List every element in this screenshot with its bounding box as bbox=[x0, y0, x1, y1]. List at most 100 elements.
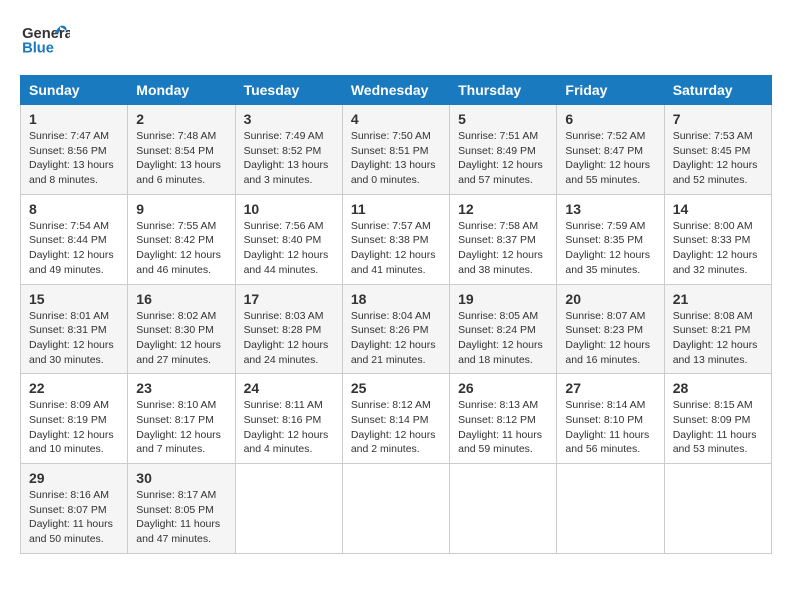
weekday-header-cell: Tuesday bbox=[235, 76, 342, 105]
calendar-day-cell: 13 Sunrise: 7:59 AM Sunset: 8:35 PM Dayl… bbox=[557, 194, 664, 284]
daylight-text: Daylight: 12 hours and 52 minutes. bbox=[673, 159, 758, 186]
day-info: Sunrise: 8:09 AM Sunset: 8:19 PM Dayligh… bbox=[29, 398, 119, 457]
sunrise-text: Sunrise: 7:50 AM bbox=[351, 130, 431, 142]
sunset-text: Sunset: 8:30 PM bbox=[136, 324, 214, 336]
calendar-day-cell: 14 Sunrise: 8:00 AM Sunset: 8:33 PM Dayl… bbox=[664, 194, 771, 284]
sunrise-text: Sunrise: 8:16 AM bbox=[29, 489, 109, 501]
calendar-day-cell: 16 Sunrise: 8:02 AM Sunset: 8:30 PM Dayl… bbox=[128, 284, 235, 374]
daylight-text: Daylight: 12 hours and 27 minutes. bbox=[136, 339, 221, 366]
daylight-text: Daylight: 12 hours and 16 minutes. bbox=[565, 339, 650, 366]
sunset-text: Sunset: 8:40 PM bbox=[244, 234, 322, 246]
sunrise-text: Sunrise: 8:12 AM bbox=[351, 399, 431, 411]
daylight-text: Daylight: 11 hours and 50 minutes. bbox=[29, 518, 113, 545]
day-number: 22 bbox=[29, 380, 119, 396]
calendar-day-cell: 1 Sunrise: 7:47 AM Sunset: 8:56 PM Dayli… bbox=[21, 105, 128, 195]
weekday-header-row: SundayMondayTuesdayWednesdayThursdayFrid… bbox=[21, 76, 772, 105]
sunrise-text: Sunrise: 8:02 AM bbox=[136, 310, 216, 322]
sunrise-text: Sunrise: 7:51 AM bbox=[458, 130, 538, 142]
calendar-day-cell: 28 Sunrise: 8:15 AM Sunset: 8:09 PM Dayl… bbox=[664, 374, 771, 464]
sunrise-text: Sunrise: 8:01 AM bbox=[29, 310, 109, 322]
sunrise-text: Sunrise: 7:58 AM bbox=[458, 220, 538, 232]
daylight-text: Daylight: 12 hours and 32 minutes. bbox=[673, 249, 758, 276]
sunset-text: Sunset: 8:28 PM bbox=[244, 324, 322, 336]
sunrise-text: Sunrise: 8:08 AM bbox=[673, 310, 753, 322]
calendar-week-row: 22 Sunrise: 8:09 AM Sunset: 8:19 PM Dayl… bbox=[21, 374, 772, 464]
calendar-day-cell: 30 Sunrise: 8:17 AM Sunset: 8:05 PM Dayl… bbox=[128, 464, 235, 554]
calendar-day-cell: 8 Sunrise: 7:54 AM Sunset: 8:44 PM Dayli… bbox=[21, 194, 128, 284]
calendar-day-cell: 6 Sunrise: 7:52 AM Sunset: 8:47 PM Dayli… bbox=[557, 105, 664, 195]
day-number: 25 bbox=[351, 380, 441, 396]
daylight-text: Daylight: 12 hours and 38 minutes. bbox=[458, 249, 543, 276]
weekday-header-cell: Sunday bbox=[21, 76, 128, 105]
day-number: 27 bbox=[565, 380, 655, 396]
calendar-day-cell: 10 Sunrise: 7:56 AM Sunset: 8:40 PM Dayl… bbox=[235, 194, 342, 284]
sunrise-text: Sunrise: 8:00 AM bbox=[673, 220, 753, 232]
day-info: Sunrise: 8:11 AM Sunset: 8:16 PM Dayligh… bbox=[244, 398, 334, 457]
sunrise-text: Sunrise: 8:14 AM bbox=[565, 399, 645, 411]
day-info: Sunrise: 7:51 AM Sunset: 8:49 PM Dayligh… bbox=[458, 129, 548, 188]
day-info: Sunrise: 7:50 AM Sunset: 8:51 PM Dayligh… bbox=[351, 129, 441, 188]
calendar-day-cell bbox=[450, 464, 557, 554]
daylight-text: Daylight: 11 hours and 53 minutes. bbox=[673, 429, 757, 456]
page-header: General Blue bbox=[20, 20, 772, 65]
sunset-text: Sunset: 8:38 PM bbox=[351, 234, 429, 246]
day-number: 1 bbox=[29, 111, 119, 127]
daylight-text: Daylight: 12 hours and 2 minutes. bbox=[351, 429, 436, 456]
sunset-text: Sunset: 8:17 PM bbox=[136, 414, 214, 426]
sunrise-text: Sunrise: 7:57 AM bbox=[351, 220, 431, 232]
day-info: Sunrise: 7:57 AM Sunset: 8:38 PM Dayligh… bbox=[351, 219, 441, 278]
calendar-day-cell: 24 Sunrise: 8:11 AM Sunset: 8:16 PM Dayl… bbox=[235, 374, 342, 464]
calendar-week-row: 8 Sunrise: 7:54 AM Sunset: 8:44 PM Dayli… bbox=[21, 194, 772, 284]
day-info: Sunrise: 7:54 AM Sunset: 8:44 PM Dayligh… bbox=[29, 219, 119, 278]
day-info: Sunrise: 8:08 AM Sunset: 8:21 PM Dayligh… bbox=[673, 309, 763, 368]
sunrise-text: Sunrise: 8:17 AM bbox=[136, 489, 216, 501]
sunset-text: Sunset: 8:44 PM bbox=[29, 234, 107, 246]
day-number: 21 bbox=[673, 291, 763, 307]
day-info: Sunrise: 8:15 AM Sunset: 8:09 PM Dayligh… bbox=[673, 398, 763, 457]
sunrise-text: Sunrise: 7:52 AM bbox=[565, 130, 645, 142]
day-info: Sunrise: 7:59 AM Sunset: 8:35 PM Dayligh… bbox=[565, 219, 655, 278]
sunset-text: Sunset: 8:14 PM bbox=[351, 414, 429, 426]
day-info: Sunrise: 7:55 AM Sunset: 8:42 PM Dayligh… bbox=[136, 219, 226, 278]
day-number: 14 bbox=[673, 201, 763, 217]
sunrise-text: Sunrise: 7:59 AM bbox=[565, 220, 645, 232]
calendar-day-cell bbox=[664, 464, 771, 554]
day-info: Sunrise: 8:16 AM Sunset: 8:07 PM Dayligh… bbox=[29, 488, 119, 547]
sunrise-text: Sunrise: 8:07 AM bbox=[565, 310, 645, 322]
day-info: Sunrise: 7:49 AM Sunset: 8:52 PM Dayligh… bbox=[244, 129, 334, 188]
sunset-text: Sunset: 8:49 PM bbox=[458, 145, 536, 157]
daylight-text: Daylight: 12 hours and 46 minutes. bbox=[136, 249, 221, 276]
sunrise-text: Sunrise: 8:11 AM bbox=[244, 399, 323, 411]
calendar-day-cell bbox=[235, 464, 342, 554]
sunrise-text: Sunrise: 8:03 AM bbox=[244, 310, 324, 322]
day-number: 28 bbox=[673, 380, 763, 396]
day-info: Sunrise: 8:02 AM Sunset: 8:30 PM Dayligh… bbox=[136, 309, 226, 368]
sunrise-text: Sunrise: 7:48 AM bbox=[136, 130, 216, 142]
weekday-header-cell: Saturday bbox=[664, 76, 771, 105]
day-info: Sunrise: 8:04 AM Sunset: 8:26 PM Dayligh… bbox=[351, 309, 441, 368]
daylight-text: Daylight: 12 hours and 18 minutes. bbox=[458, 339, 543, 366]
day-number: 12 bbox=[458, 201, 548, 217]
day-number: 19 bbox=[458, 291, 548, 307]
calendar-day-cell: 21 Sunrise: 8:08 AM Sunset: 8:21 PM Dayl… bbox=[664, 284, 771, 374]
logo-icon: General Blue bbox=[20, 20, 70, 65]
sunset-text: Sunset: 8:21 PM bbox=[673, 324, 751, 336]
calendar-day-cell: 27 Sunrise: 8:14 AM Sunset: 8:10 PM Dayl… bbox=[557, 374, 664, 464]
daylight-text: Daylight: 12 hours and 35 minutes. bbox=[565, 249, 650, 276]
day-number: 18 bbox=[351, 291, 441, 307]
calendar-day-cell: 23 Sunrise: 8:10 AM Sunset: 8:17 PM Dayl… bbox=[128, 374, 235, 464]
day-info: Sunrise: 7:53 AM Sunset: 8:45 PM Dayligh… bbox=[673, 129, 763, 188]
day-number: 3 bbox=[244, 111, 334, 127]
calendar-day-cell: 20 Sunrise: 8:07 AM Sunset: 8:23 PM Dayl… bbox=[557, 284, 664, 374]
day-number: 2 bbox=[136, 111, 226, 127]
calendar-day-cell: 29 Sunrise: 8:16 AM Sunset: 8:07 PM Dayl… bbox=[21, 464, 128, 554]
daylight-text: Daylight: 12 hours and 4 minutes. bbox=[244, 429, 329, 456]
calendar-week-row: 29 Sunrise: 8:16 AM Sunset: 8:07 PM Dayl… bbox=[21, 464, 772, 554]
day-number: 17 bbox=[244, 291, 334, 307]
day-number: 29 bbox=[29, 470, 119, 486]
calendar-day-cell: 3 Sunrise: 7:49 AM Sunset: 8:52 PM Dayli… bbox=[235, 105, 342, 195]
calendar-day-cell bbox=[342, 464, 449, 554]
daylight-text: Daylight: 12 hours and 44 minutes. bbox=[244, 249, 329, 276]
day-info: Sunrise: 8:10 AM Sunset: 8:17 PM Dayligh… bbox=[136, 398, 226, 457]
sunrise-text: Sunrise: 7:54 AM bbox=[29, 220, 109, 232]
